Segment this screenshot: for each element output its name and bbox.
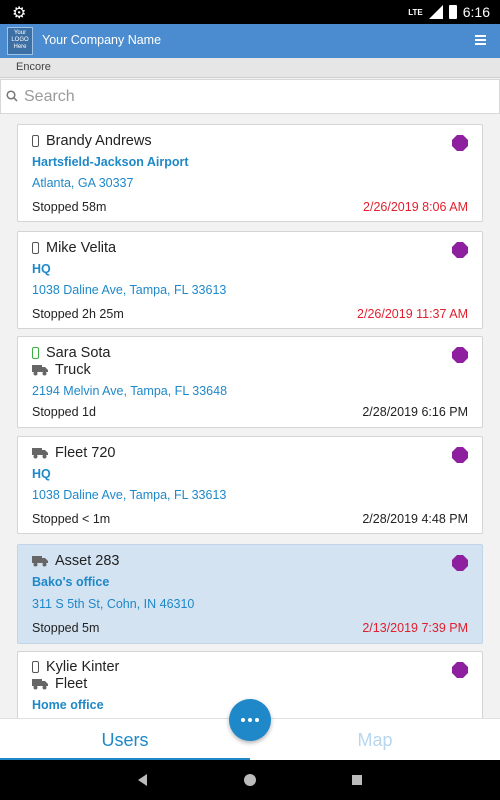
user-name: Fleet 720 [55, 445, 116, 461]
location-address[interactable]: 311 S 5th St, Cohn, IN 46310 [32, 597, 194, 611]
truck-icon [32, 556, 48, 567]
location-name[interactable]: HQ [32, 467, 51, 481]
user-card-brandy-andrews[interactable]: Brandy Andrews Hartsfield-Jackson Airpor… [17, 124, 483, 222]
stop-duration: Stopped 58m [32, 200, 107, 214]
signal-icon [428, 5, 443, 19]
company-logo: Your LOGO Here [7, 27, 33, 55]
last-update-time: 2/26/2019 11:37 AM [357, 307, 468, 321]
user-name: Mike Velita [46, 240, 117, 256]
user-card-mike-velita[interactable]: Mike Velita HQ 1038 Daline Ave, Tampa, F… [17, 231, 483, 329]
gear-icon: ⚙ [12, 5, 27, 22]
stop-octagon-icon [452, 135, 468, 151]
location-address[interactable]: 2194 Melvin Ave, Tampa, FL 33648 [32, 384, 227, 398]
stop-duration: Stopped 5m [32, 621, 100, 635]
status-time: 6:16 [462, 4, 490, 20]
location-name[interactable]: Hartsfield-Jackson Airport [32, 155, 189, 169]
phone-icon [32, 347, 39, 359]
hamburger-icon[interactable] [475, 35, 486, 47]
location-address[interactable]: 1038 Daline Ave, Tampa, FL 33613 [32, 283, 226, 297]
user-card-asset-283[interactable]: Asset 283 Bako's office 311 S 5th St, Co… [17, 544, 483, 644]
user-name: Asset 283 [55, 553, 120, 569]
last-update-time: 2/13/2019 7:39 PM [362, 621, 468, 635]
stop-duration: Stopped 2h 25m [32, 307, 124, 321]
back-icon[interactable] [138, 774, 147, 786]
stop-octagon-icon [452, 447, 468, 463]
search-icon [6, 90, 18, 102]
stop-duration: Stopped < 1m [32, 512, 111, 526]
search-input[interactable] [24, 84, 484, 110]
stop-octagon-icon [452, 347, 468, 363]
truck-icon [32, 679, 48, 690]
last-update-time: 2/28/2019 4:48 PM [362, 512, 468, 526]
user-list: Brandy Andrews Hartsfield-Jackson Airpor… [0, 114, 500, 718]
tab-map[interactable]: Map [250, 719, 500, 761]
user-name: Brandy Andrews [46, 133, 152, 149]
last-update-time: 2/28/2019 6:16 PM [362, 405, 468, 419]
user-name: Sara Sota [46, 345, 111, 361]
last-update-time: 2/26/2019 8:06 AM [363, 200, 468, 214]
phone-icon [32, 135, 39, 147]
user-card-sara-sota[interactable]: Sara Sota Truck 2194 Melvin Ave, Tampa, … [17, 336, 483, 428]
battery-icon [448, 5, 457, 19]
more-icon [241, 718, 245, 722]
vehicle-name: Fleet [55, 676, 88, 692]
app-header: Your LOGO Here Your Company Name [0, 24, 500, 58]
more-button[interactable] [229, 699, 271, 741]
recent-apps-icon[interactable] [352, 775, 362, 785]
user-card-fleet-720[interactable]: Fleet 720 HQ 1038 Daline Ave, Tampa, FL … [17, 436, 483, 534]
stop-octagon-icon [452, 662, 468, 678]
subheader-label: Encore [16, 61, 51, 73]
phone-icon [32, 242, 39, 254]
status-bar: ⚙ LTE 6:16 [0, 0, 500, 24]
subheader: Encore [0, 58, 500, 78]
location-address[interactable]: 1038 Daline Ave, Tampa, FL 33613 [32, 488, 226, 502]
stop-octagon-icon [452, 555, 468, 571]
location-name[interactable]: Bako's office [32, 575, 109, 589]
tab-users[interactable]: Users [0, 719, 250, 761]
location-address[interactable]: Atlanta, GA 30337 [32, 176, 133, 190]
search-bar [0, 79, 500, 114]
lte-icon: LTE [408, 7, 423, 17]
vehicle-name: Truck [55, 362, 91, 378]
phone-icon [32, 661, 39, 673]
company-name: Your Company Name [42, 33, 162, 47]
stop-octagon-icon [452, 242, 468, 258]
truck-icon [32, 448, 48, 459]
stop-duration: Stopped 1d [32, 405, 96, 419]
truck-icon [32, 365, 48, 376]
home-icon[interactable] [244, 774, 256, 786]
user-name: Kylie Kinter [46, 659, 120, 675]
system-nav-bar [0, 760, 500, 800]
location-name[interactable]: Home office [32, 698, 104, 712]
location-name[interactable]: HQ [32, 262, 51, 276]
